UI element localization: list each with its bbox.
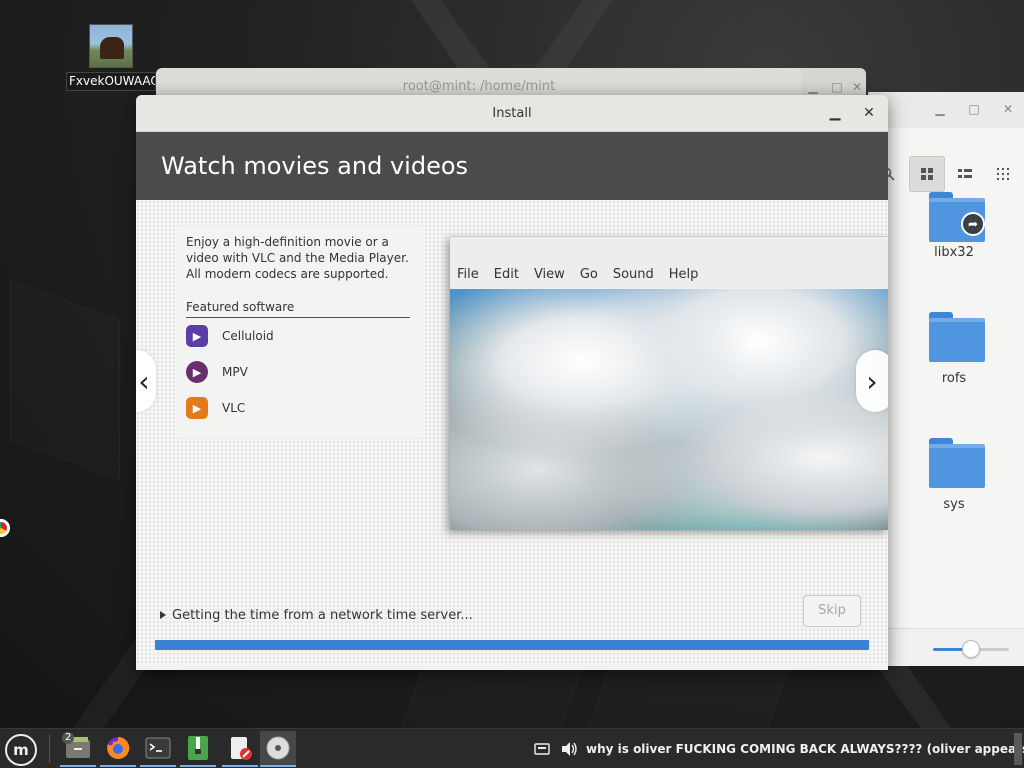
expander-icon[interactable] — [160, 611, 166, 619]
file-manager-toolbar — [869, 156, 1024, 192]
slideshow-area: Enjoy a high-definition movie or a video… — [136, 200, 888, 665]
close-icon[interactable]: ✕ — [858, 95, 880, 132]
desktop-file-icon[interactable]: FxvekOUWAAQ 1.jpg — [66, 24, 156, 95]
grid-icon — [921, 168, 933, 180]
list-view-button[interactable] — [947, 156, 983, 192]
file-manager-window[interactable]: ▁ □ ✕ ➦ libx32 rofs sys — [868, 92, 1024, 666]
icon-view-button[interactable] — [909, 156, 945, 192]
celluloid-icon: ▶ — [186, 325, 208, 347]
file-manager-titlebar[interactable]: ▁ □ ✕ — [869, 92, 1024, 128]
installer-taskbar-button[interactable] — [260, 731, 296, 767]
floor-tile — [10, 279, 120, 481]
progress-fill — [155, 640, 869, 650]
file-manager-statusbar — [869, 628, 1024, 666]
maximize-icon[interactable]: □ — [830, 80, 844, 94]
zoom-slider-handle[interactable] — [962, 640, 980, 658]
previous-slide-button[interactable]: ‹ — [136, 350, 156, 412]
installer-disc-icon — [266, 736, 290, 760]
desktop-file-label: FxvekOUWAAQ 1.jpg — [66, 72, 156, 91]
folder-label: libx32 — [934, 245, 974, 260]
player-menu-item: File — [457, 267, 479, 282]
mint-menu-button[interactable]: m — [5, 734, 37, 766]
featured-software-heading: Featured software — [186, 300, 410, 318]
folder-icon[interactable] — [929, 438, 985, 488]
text-editor-icon — [231, 737, 252, 760]
network-icon[interactable] — [534, 729, 550, 768]
folder-icon[interactable] — [929, 312, 985, 362]
compact-view-button[interactable] — [985, 156, 1021, 192]
archive-manager-taskbar-button[interactable] — [180, 731, 216, 767]
show-desktop-button[interactable] — [1014, 733, 1022, 765]
maximize-icon[interactable]: □ — [967, 102, 981, 116]
volume-icon[interactable] — [560, 729, 578, 768]
minimize-icon[interactable]: ▁ — [806, 80, 820, 94]
minimize-icon[interactable]: ▁ — [933, 102, 947, 116]
window-title: Install — [492, 106, 532, 121]
player-menu-item: Edit — [493, 267, 519, 282]
terminal-taskbar-button[interactable] — [140, 731, 176, 767]
install-progress-bar — [155, 640, 869, 650]
minimize-icon[interactable]: ▁ — [824, 95, 846, 132]
taskbar: m 2 why is oliver FUCKING COMING BACK AL… — [0, 728, 1024, 768]
folder-icon[interactable]: ➦ — [929, 192, 985, 242]
vlc-icon: ▶ — [186, 397, 208, 419]
install-status-text: Getting the time from a network time ser… — [172, 608, 473, 623]
clock-text[interactable]: why is oliver FUCKING COMING BACK ALWAYS… — [586, 729, 1024, 768]
software-item-celluloid: ▶ Celluloid — [186, 324, 274, 348]
mpv-icon: ▶ — [186, 361, 208, 383]
player-menu-item: Sound — [612, 267, 654, 282]
software-item-vlc: ▶ VLC — [186, 396, 245, 420]
slide-info-panel: Enjoy a high-definition movie or a video… — [176, 226, 424, 438]
terminal-title: root@mint: /home/mint — [402, 79, 556, 94]
player-menu-item: View — [533, 267, 565, 282]
skip-button[interactable]: Skip — [803, 595, 861, 627]
player-menu-item: Go — [579, 267, 598, 282]
image-thumbnail — [89, 24, 133, 68]
firefox-taskbar-button[interactable] — [100, 731, 136, 767]
player-menu-item: Help — [668, 267, 699, 282]
install-window[interactable]: Install ▁ ✕ Watch movies and videos Enjo… — [136, 95, 888, 670]
files-taskbar-button[interactable]: 2 — [60, 731, 96, 767]
compact-grid-icon — [997, 168, 1009, 180]
symlink-icon: ➦ — [961, 212, 985, 236]
slide-description: Enjoy a high-definition movie or a video… — [186, 235, 409, 281]
next-slide-button[interactable]: › — [856, 350, 888, 412]
chrome-icon[interactable] — [0, 519, 10, 537]
install-titlebar[interactable]: Install ▁ ✕ — [136, 95, 888, 132]
zoom-slider[interactable] — [933, 640, 1009, 658]
media-player-screenshot: File Edit View Go Sound Help — [450, 236, 888, 530]
firefox-icon — [107, 736, 130, 759]
slide-header: Watch movies and videos — [136, 132, 888, 200]
close-icon[interactable]: ✕ — [850, 80, 864, 94]
archive-manager-icon — [188, 736, 208, 760]
list-icon — [958, 169, 972, 178]
folder-label: sys — [943, 497, 965, 512]
player-menubar: File Edit View Go Sound Help — [457, 267, 713, 282]
terminal-icon — [145, 737, 171, 759]
close-icon[interactable]: ✕ — [1001, 102, 1015, 116]
taskbar-separator — [49, 735, 50, 763]
text-editor-taskbar-button[interactable] — [222, 731, 258, 767]
video-frame — [450, 289, 888, 530]
install-status[interactable]: Getting the time from a network time ser… — [160, 608, 473, 623]
software-item-mpv: ▶ MPV — [186, 360, 248, 384]
folder-label: rofs — [941, 371, 967, 386]
